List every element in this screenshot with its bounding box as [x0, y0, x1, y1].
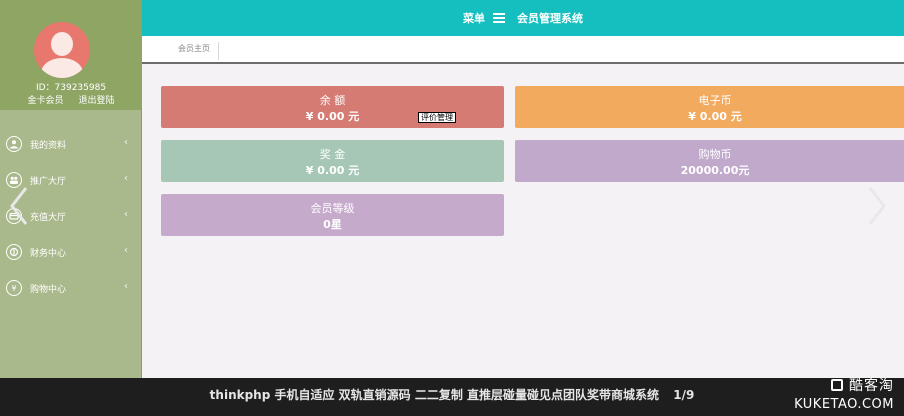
tab-bar: 会员主页 [142, 36, 904, 64]
member-level-label: 会员等级 [310, 202, 355, 215]
page-title: 会员管理系统 [517, 12, 583, 25]
tab-member-home[interactable]: 会员主页 [168, 42, 219, 60]
sidebar-item-label: 充值大厅 [30, 212, 67, 223]
bonus-label: 奖 金 [319, 148, 346, 161]
logout-link[interactable]: 退出登陆 [78, 96, 114, 106]
main-content: 菜单 会员管理系统 会员主页 余 额 ¥ 0.00 元 电子币 ¥ 0.00 元… [142, 0, 904, 378]
sidebar-item-label: 推广大厅 [30, 176, 67, 187]
member-level-value: 0星 [323, 218, 342, 231]
hamburger-icon [493, 11, 505, 25]
watermark-logo-icon [831, 379, 843, 391]
avatar-head-shape [51, 32, 73, 56]
user-icon [6, 136, 22, 152]
bonus-value: ¥ 0.00 元 [305, 164, 360, 177]
ecoin-value: ¥ 0.00 元 [688, 110, 742, 123]
chevron-left-icon: ‹ [124, 137, 128, 148]
chevron-left-icon: ‹ [124, 281, 128, 292]
finance-icon [6, 244, 22, 260]
slide-counter: 1/9 [673, 388, 695, 402]
bonus-card[interactable]: 奖 金 ¥ 0.00 元 [161, 140, 504, 182]
shopping-coin-value: 20000.00元 [680, 164, 750, 177]
next-slide-button[interactable] [862, 184, 890, 228]
tooltip: 评价管理 [418, 112, 456, 123]
sidebar-item-label: 财务中心 [30, 248, 67, 259]
caption-title: thinkphp 手机自适应 双轨直销源码 二二复制 直推层碰量碰见点团队奖带商… [209, 388, 660, 402]
chevron-right-icon [868, 187, 886, 225]
avatar[interactable] [34, 22, 90, 78]
member-type-label: 金卡会员 [27, 96, 64, 106]
profile-panel: ID：739235985 金卡会员 退出登陆 [0, 0, 142, 110]
watermark: 酷客淘 KUKETAO.COM [794, 375, 894, 412]
shopping-coin-label: 购物币 [698, 148, 732, 161]
ecoin-label: 电子币 [698, 94, 732, 107]
watermark-domain: KUKETAO.COM [794, 397, 894, 412]
caption-text-line: thinkphp 手机自适应 双轨直销源码 二二复制 直推层碰量碰见点团队奖带商… [0, 386, 904, 403]
user-id: ID：739235985 [35, 83, 107, 93]
menu-toggle[interactable]: 菜单 [463, 10, 517, 26]
slide-caption: thinkphp 手机自适应 双轨直销源码 二二复制 直推层碰量碰见点团队奖带商… [0, 378, 904, 416]
balance-label: 余 额 [319, 94, 346, 107]
yen-icon: ¥ [6, 280, 22, 296]
sidebar-item-profile[interactable]: 我的资料 ‹ [0, 126, 142, 162]
previous-slide-button[interactable] [6, 184, 34, 228]
watermark-name: 酷客淘 [849, 378, 894, 394]
sidebar-item-label: 我的资料 [30, 140, 67, 151]
sidebar-item-shopping[interactable]: ¥ 购物中心 ‹ [0, 270, 142, 306]
chevron-left-icon: ‹ [124, 209, 128, 220]
menu-toggle-label: 菜单 [463, 12, 485, 25]
chevron-left-icon: ‹ [124, 173, 128, 184]
avatar-shoulders-shape [41, 58, 83, 78]
shopping-coin-card[interactable]: 购物币 20000.00元 [515, 140, 904, 182]
sidebar-item-label: 购物中心 [30, 284, 67, 295]
ecoin-card[interactable]: 电子币 ¥ 0.00 元 [515, 86, 904, 128]
chevron-left-icon [10, 187, 28, 225]
member-level-card[interactable]: 会员等级 0星 [161, 194, 504, 236]
user-links: 金卡会员 退出登陆 [0, 93, 142, 106]
chevron-left-icon: ‹ [124, 245, 128, 256]
top-header: 菜单 会员管理系统 [142, 0, 904, 36]
watermark-name-row: 酷客淘 [794, 375, 894, 395]
screenshot-frame: ID：739235985 金卡会员 退出登陆 我的资料 ‹ 推广大厅 ‹ 充值大… [0, 0, 904, 378]
sidebar-item-finance[interactable]: 财务中心 ‹ [0, 234, 142, 270]
